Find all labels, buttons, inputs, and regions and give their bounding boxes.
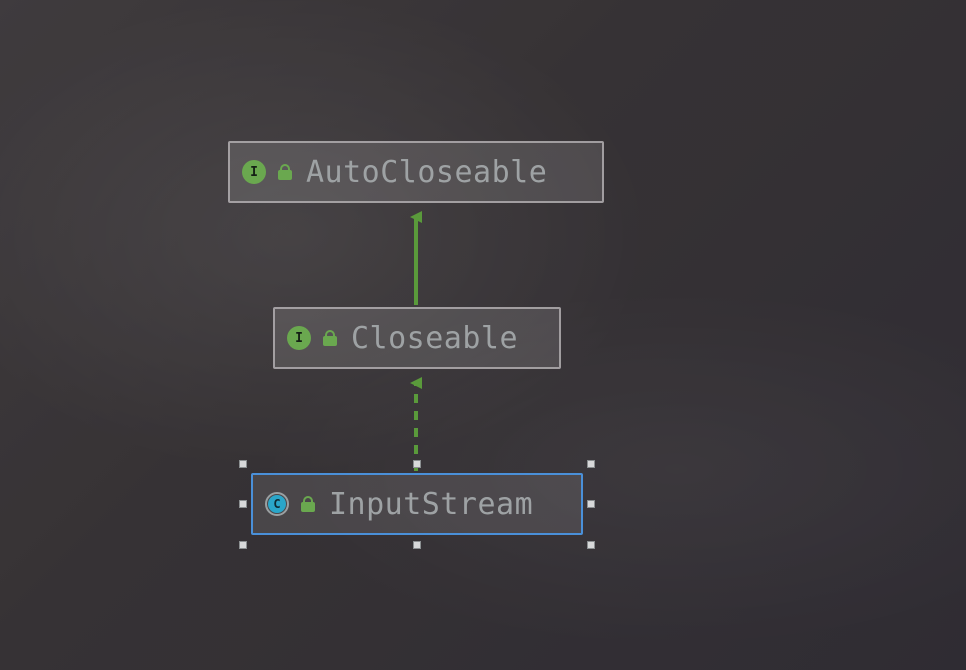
selection-handle-nw[interactable] [239, 460, 247, 468]
class-node-label: InputStream [329, 487, 533, 522]
interface-icon: I [287, 326, 311, 350]
class-node-label: Closeable [351, 321, 518, 356]
lock-icon [301, 496, 315, 512]
diagram-canvas[interactable]: I AutoCloseable I Closeable C InputStrea… [0, 0, 966, 670]
class-node-closeable[interactable]: I Closeable [273, 307, 561, 369]
class-node-label: AutoCloseable [306, 155, 547, 190]
class-node-autocloseable[interactable]: I AutoCloseable [228, 141, 604, 203]
selection-handle-se[interactable] [587, 541, 595, 549]
selection-handle-ne[interactable] [587, 460, 595, 468]
selection-handle-s[interactable] [413, 541, 421, 549]
selection-handle-sw[interactable] [239, 541, 247, 549]
lock-icon [278, 164, 292, 180]
lock-icon [323, 330, 337, 346]
class-icon: C [265, 492, 289, 516]
interface-icon: I [242, 160, 266, 184]
selection-handle-e[interactable] [587, 500, 595, 508]
selection-handle-w[interactable] [239, 500, 247, 508]
class-node-inputstream[interactable]: C InputStream [251, 473, 583, 535]
selection-handle-n[interactable] [413, 460, 421, 468]
